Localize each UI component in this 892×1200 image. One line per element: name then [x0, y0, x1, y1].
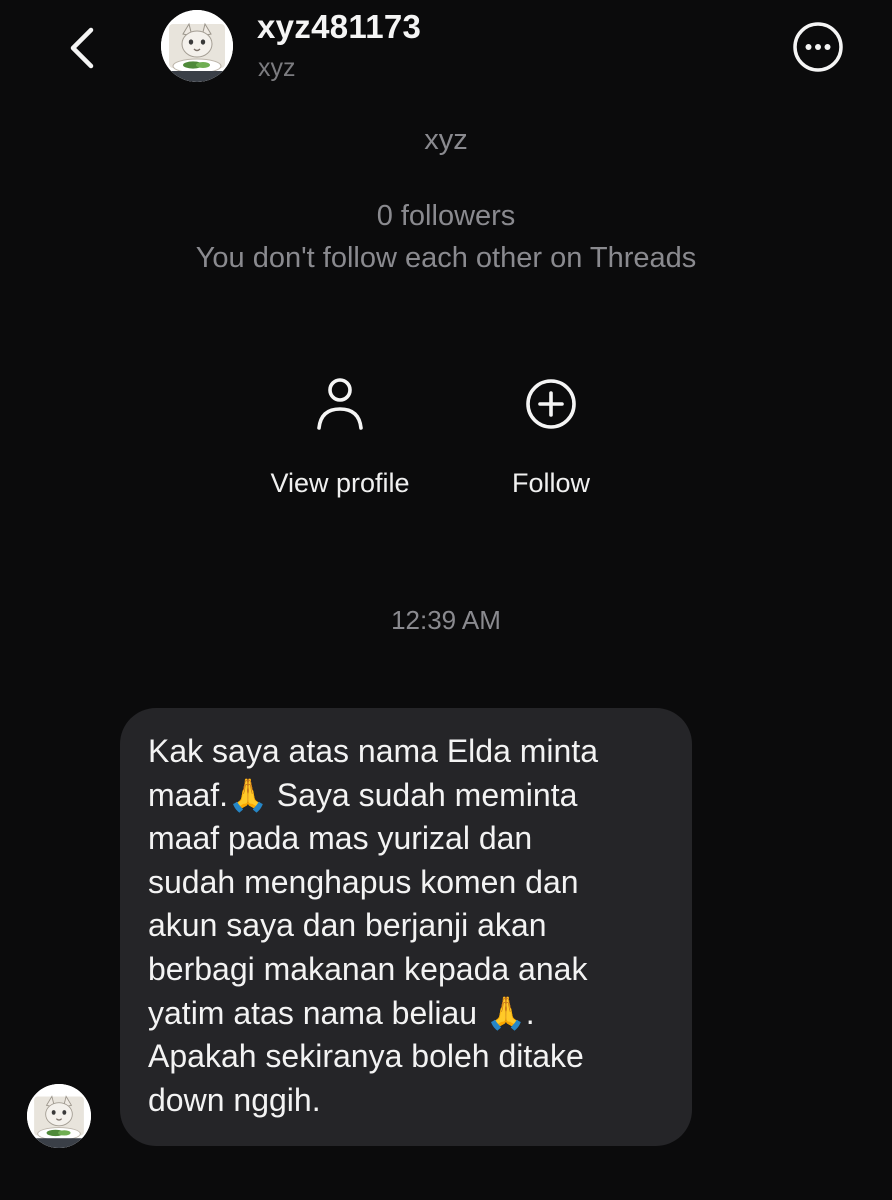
- message-bubble[interactable]: Kak saya atas nama Elda minta maaf.🙏 Say…: [120, 708, 692, 1146]
- follow-button[interactable]: Follow: [451, 372, 651, 499]
- sender-avatar[interactable]: [27, 1084, 91, 1148]
- back-button[interactable]: [56, 22, 108, 74]
- view-profile-label: View profile: [270, 468, 410, 498]
- cat-avatar-image: [27, 1084, 91, 1148]
- profile-name: xyz: [424, 124, 468, 156]
- plus-circle-icon: [526, 379, 576, 429]
- contact-avatar[interactable]: [161, 10, 233, 82]
- message-timestamp: 12:39 AM: [391, 605, 501, 635]
- follow-label: Follow: [511, 468, 591, 498]
- cat-avatar-image: [161, 10, 233, 82]
- chevron-left-icon: [70, 27, 94, 69]
- header-username[interactable]: xyz481173: [257, 8, 421, 46]
- message-text: Kak saya atas nama Elda minta maaf.🙏 Say…: [148, 733, 599, 1118]
- followers-count: 0 followers: [376, 200, 516, 232]
- more-options-button[interactable]: [792, 21, 844, 73]
- follow-status-note: You don't follow each other on Threads: [195, 242, 697, 274]
- more-horizontal-circle-icon: [793, 22, 843, 72]
- person-icon: [317, 378, 363, 430]
- header-subname: xyz: [258, 54, 296, 82]
- view-profile-button[interactable]: View profile: [240, 372, 440, 499]
